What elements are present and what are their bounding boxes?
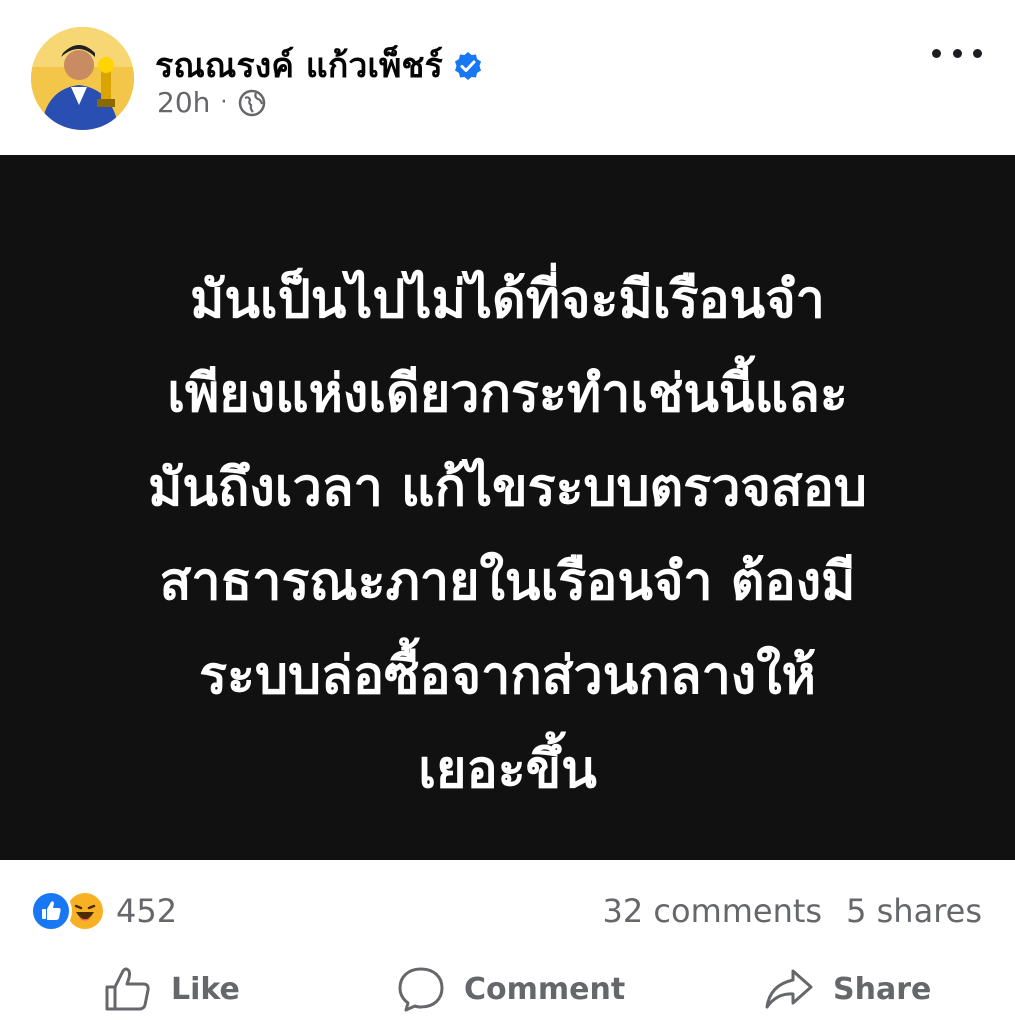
more-dot [952, 48, 962, 58]
reactions-summary[interactable]: 452 [30, 890, 177, 932]
more-options-icon[interactable] [932, 38, 982, 68]
post-timestamp[interactable]: 20h [157, 86, 210, 119]
more-dot [973, 48, 982, 58]
post-header: รณณรงค์ แก้วเพ็ชร์ 20h · [0, 0, 1015, 155]
author-name-row[interactable]: รณณรงค์ แก้วเพ็ชร์ [155, 38, 483, 92]
more-dot [932, 48, 941, 58]
post-actions-row: Like Comment Share [0, 955, 1015, 1024]
post-meta: 20h · [157, 86, 267, 119]
post-stats-row: 452 32 comments 5 shares [0, 880, 1015, 944]
globe-icon[interactable] [237, 88, 267, 118]
like-icon [105, 967, 150, 1011]
verified-badge-icon [453, 50, 483, 80]
reaction-count: 452 [116, 892, 178, 930]
author-avatar[interactable] [31, 27, 134, 130]
like-label: Like [171, 971, 240, 1007]
author-name[interactable]: รณณรงค์ แก้วเพ็ชร์ [155, 38, 443, 92]
shares-count[interactable]: 5 shares [846, 892, 982, 930]
like-button[interactable]: Like [103, 965, 240, 1013]
share-icon [765, 969, 813, 1009]
share-button[interactable]: Share [763, 965, 931, 1013]
comments-count[interactable]: 32 comments [603, 892, 823, 930]
post-body-text: มันเป็นไปไม่ได้ที่จะมีเรือนจำ เพียงแห่งเ… [148, 270, 867, 800]
comment-button[interactable]: Comment [396, 965, 625, 1013]
text-post-panel[interactable]: มันเป็นไปไม่ได้ที่จะมีเรือนจำ เพียงแห่งเ… [0, 155, 1015, 860]
comment-label: Comment [464, 971, 626, 1007]
meta-separator: · [220, 90, 228, 115]
share-label: Share [833, 971, 932, 1007]
like-reaction-icon [30, 890, 72, 932]
facebook-post: รณณรงค์ แก้วเพ็ชร์ 20h · มันเป็นไปไม่ได้… [0, 0, 1015, 1024]
comment-icon [398, 967, 444, 1012]
engagement-counts: 32 comments 5 shares [603, 892, 983, 930]
